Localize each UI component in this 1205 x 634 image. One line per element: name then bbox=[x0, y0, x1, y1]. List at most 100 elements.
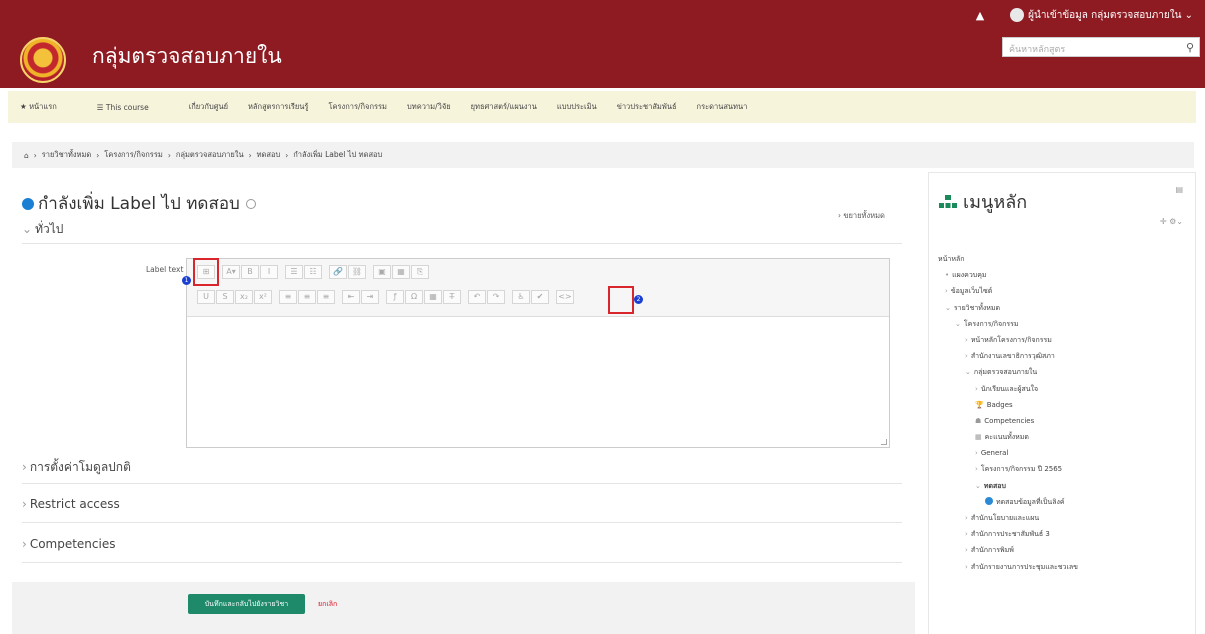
menu-item[interactable]: › ข้อมูลเว็บไซต์ bbox=[935, 283, 1078, 299]
menu-item[interactable]: ⌄ ทดสอบ bbox=[935, 478, 1078, 494]
editor-tool-button[interactable]: A▾ bbox=[222, 265, 240, 279]
menu-item[interactable]: › หน้าหลักโครงการ/กิจกรรม bbox=[935, 332, 1078, 348]
tree-marker-icon: ⌄ bbox=[965, 368, 971, 377]
menu-item[interactable]: › สำนักงานเลขาธิการวุฒิสภา bbox=[935, 348, 1078, 364]
editor-tool-button[interactable]: Ω bbox=[405, 290, 423, 304]
editor-tool-button[interactable]: ⛓ bbox=[348, 265, 366, 279]
nav-item[interactable]: ยุทธศาสตร์/แผนงาน bbox=[471, 101, 537, 113]
nav-item[interactable]: บทความ/วิจัย bbox=[407, 101, 451, 113]
editor-tool-button[interactable]: ☰ bbox=[285, 265, 303, 279]
nav-item[interactable]: หลักสูตรการเรียนรู้ bbox=[248, 101, 308, 113]
editor-tool-button[interactable]: ⇥ bbox=[361, 290, 379, 304]
search-placeholder: ค้นหาหลักสูตร bbox=[1009, 45, 1066, 55]
editor-tool-button[interactable]: I bbox=[260, 265, 278, 279]
editor-tool-button[interactable]: T̶ bbox=[443, 290, 461, 304]
menu-item-label: ทดสอบ bbox=[983, 481, 1006, 490]
block-actions-icon[interactable]: ✛ ⚙⌄ bbox=[1160, 217, 1183, 226]
editor-tool-button[interactable]: ♿ bbox=[512, 290, 530, 304]
menu-item[interactable]: › สำนักรายงานการประชุมและชวเลข bbox=[935, 559, 1078, 575]
section-competencies-label: Competencies bbox=[29, 537, 116, 551]
editor-tool-button[interactable]: ≡ bbox=[279, 290, 297, 304]
menu-item[interactable]: › สำนักการประชาสัมพันธ์ 3 bbox=[935, 526, 1078, 542]
save-return-button[interactable]: บันทึกและกลับไปยังรายวิชา bbox=[188, 594, 305, 614]
search-icon[interactable]: ⚲ bbox=[1186, 41, 1194, 54]
home-icon[interactable]: ⌂ bbox=[24, 151, 29, 160]
editor-tool-button[interactable]: B bbox=[241, 265, 259, 279]
breadcrumb-item[interactable]: โครงการ/กิจกรรม bbox=[104, 149, 163, 161]
editor-tool-button[interactable]: x² bbox=[254, 290, 272, 304]
menu-item[interactable]: ⌄ รายวิชาทั้งหมด bbox=[935, 300, 1078, 316]
editor-tool-button[interactable]: ✔ bbox=[531, 290, 549, 304]
menu-item[interactable]: ☗ Competencies bbox=[935, 413, 1078, 429]
avatar[interactable] bbox=[1010, 8, 1025, 22]
menu-item-label: สำนักงานเลขาธิการวุฒิสภา bbox=[970, 352, 1055, 361]
user-menu[interactable]: ผู้นำเข้าข้อมูล กลุ่มตรวจสอบภายใน bbox=[1028, 8, 1181, 23]
tree-marker-icon: ☗ bbox=[975, 416, 982, 425]
editor-tool-button[interactable]: 🔗 bbox=[329, 265, 347, 279]
breadcrumb-item[interactable]: ทดสอบ bbox=[257, 149, 281, 161]
label-text-label: Label text bbox=[146, 265, 184, 274]
editor-tool-button[interactable]: x₂ bbox=[235, 290, 253, 304]
site-title[interactable]: กลุ่มตรวจสอบภายใน bbox=[92, 40, 282, 73]
nav-item[interactable]: กระดานสนทนา bbox=[697, 101, 748, 113]
editor-tool-button[interactable]: ▣ bbox=[373, 265, 391, 279]
editor-content-area[interactable] bbox=[187, 317, 889, 447]
nav-item[interactable]: ข่าวประชาสัมพันธ์ bbox=[617, 101, 677, 113]
editor-tool-button[interactable]: ↷ bbox=[487, 290, 505, 304]
section-restrict-access-label: Restrict access bbox=[29, 497, 120, 511]
nav-item[interactable]: แบบประเมิน bbox=[557, 101, 597, 113]
nav-this-course[interactable]: ☰ This course bbox=[97, 103, 169, 112]
section-general[interactable]: ⌄ ทั่วไป bbox=[22, 220, 902, 244]
menu-item[interactable]: • แผงควบคุม bbox=[935, 267, 1078, 283]
menu-item[interactable]: › General bbox=[935, 445, 1078, 461]
menu-item[interactable]: 🏆 Badges bbox=[935, 397, 1078, 413]
marker-2: 2 bbox=[634, 295, 643, 304]
menu-item[interactable]: › นักเรียนและผู้สนใจ bbox=[935, 381, 1078, 397]
search-input[interactable]: ค้นหาหลักสูตร ⚲ bbox=[1002, 37, 1200, 57]
rich-text-editor[interactable]: ⊞ A▾ B I ☰ ☷ 🔗 ⛓ ▣ ▦ ⎘ U Sx₂ x² ≡ ≡ ≡ ⇤ ⇥ ƒ Ω ▦ T̶ ↶ ↷ ♿ ✔ <> bbox=[186, 258, 890, 448]
resize-handle[interactable] bbox=[881, 439, 887, 445]
menu-item[interactable]: ⌄ โครงการ/กิจกรรม bbox=[935, 316, 1078, 332]
cancel-button[interactable]: ยกเลิก bbox=[318, 599, 337, 610]
help-icon[interactable] bbox=[245, 198, 256, 209]
nav-item[interactable]: เกี่ยวกับศูนย์ bbox=[189, 101, 228, 113]
label-icon bbox=[22, 197, 34, 210]
editor-toolbar: ⊞ A▾ B I ☰ ☷ 🔗 ⛓ ▣ ▦ ⎘ U Sx₂ x² ≡ ≡ ≡ ⇤ ⇥ ƒ Ω ▦ T̶ ↶ ↷ ♿ ✔ <> bbox=[187, 259, 889, 317]
menu-item[interactable]: ⌄ กลุ่มตรวจสอบภายใน bbox=[935, 364, 1078, 380]
editor-tool-button[interactable]: S bbox=[216, 290, 234, 304]
page-title-text: กำลังเพิ่ม Label ไป ทดสอบ bbox=[38, 194, 240, 214]
section-common-settings[interactable]: › การตั้งค่าโมดูลปกติ bbox=[22, 458, 902, 484]
logo[interactable] bbox=[20, 37, 66, 83]
editor-tool-button[interactable]: ☷ bbox=[304, 265, 322, 279]
editor-tool-button[interactable]: ▦ bbox=[424, 290, 442, 304]
editor-tool-button[interactable]: ≡ bbox=[298, 290, 316, 304]
nav-item[interactable]: โครงการ/กิจกรรม bbox=[328, 101, 387, 113]
dock-icon[interactable]: ▤ bbox=[1175, 185, 1183, 194]
editor-tool-button[interactable]: ⇤ bbox=[342, 290, 360, 304]
menu-item[interactable]: › สำนักการพิมพ์ bbox=[935, 542, 1078, 558]
menu-item[interactable]: › สำนักนโยบายและแผน bbox=[935, 510, 1078, 526]
editor-tool-button[interactable]: ƒ bbox=[386, 290, 404, 304]
section-competencies[interactable]: › Competencies bbox=[22, 537, 902, 563]
main-menu-title: เมนูหลัก bbox=[939, 187, 1027, 216]
editor-tool-button[interactable]: ≡ bbox=[317, 290, 335, 304]
menu-item[interactable]: ▦ คะแนนทั้งหมด bbox=[935, 429, 1078, 445]
section-restrict-access[interactable]: › Restrict access bbox=[22, 497, 902, 523]
breadcrumb-item[interactable]: กลุ่มตรวจสอบภายใน bbox=[176, 149, 244, 161]
nav-this-course-label: This course bbox=[105, 102, 149, 112]
menu-item-label: คะแนนทั้งหมด bbox=[984, 433, 1029, 442]
chevron-down-icon[interactable]: ⌄ bbox=[1181, 10, 1193, 21]
bell-icon[interactable]: ▲ bbox=[976, 9, 984, 22]
menu-item[interactable]: › โครงการ/กิจกรรม ปี 2565 bbox=[935, 461, 1078, 477]
nav-home[interactable]: ★ หน้าแรก bbox=[20, 101, 77, 113]
breadcrumb-item[interactable]: รายวิชาทั้งหมด bbox=[42, 149, 92, 161]
editor-tool-button[interactable]: ▦ bbox=[392, 265, 410, 279]
editor-tool-button[interactable]: <> bbox=[556, 290, 574, 304]
menu-item[interactable]: หน้าหลัก bbox=[935, 251, 1078, 267]
menu-item[interactable]: ทดสอบข้อมูลที่เป็นลิงค์ bbox=[935, 494, 1078, 510]
sitemap-icon bbox=[939, 194, 957, 209]
editor-tool-button[interactable]: ⎘ bbox=[411, 265, 429, 279]
editor-tool-button[interactable]: U bbox=[197, 290, 215, 304]
breadcrumb: ⌂ › รายวิชาทั้งหมด › โครงการ/กิจกรรม › ก… bbox=[12, 142, 1194, 168]
editor-tool-button[interactable]: ↶ bbox=[468, 290, 486, 304]
